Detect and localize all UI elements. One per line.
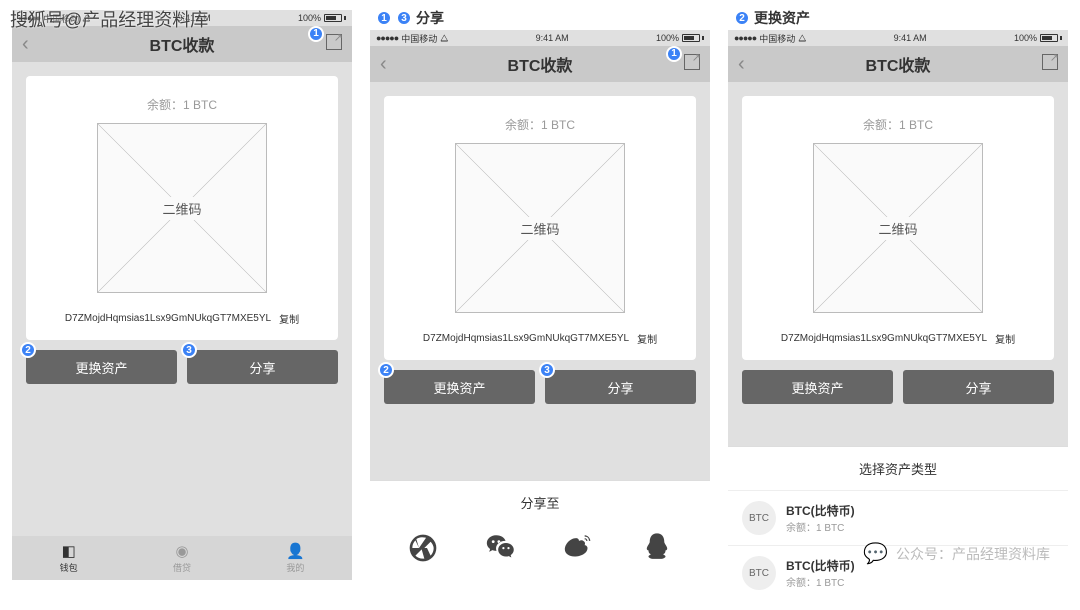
change-asset-button[interactable]: 2更换资产 (384, 370, 535, 404)
tab-mine[interactable]: 👤我的 (239, 536, 352, 580)
status-bar: ●●●●●中国移动⧋ 9:41 AM 100% (370, 30, 710, 46)
tab-wallet[interactable]: ◧钱包 (12, 536, 125, 580)
share-icon[interactable] (1042, 54, 1058, 75)
weibo-share-icon[interactable] (561, 530, 597, 566)
receive-card: 余额：1 BTC 二维码 D7ZMojdHqmsias1Lsx9GmNUkqGT… (26, 76, 338, 340)
copy-button[interactable]: 复制 (995, 331, 1015, 346)
screen-1: ●●●●●中国移动⧋ 9:41 AM 100% ‹ BTC收款 1 余额：1 B… (12, 10, 352, 580)
profile-icon: 👤 (286, 542, 304, 560)
change-asset-button[interactable]: 2更换资产 (26, 350, 177, 384)
annotation-badge-2: 2 (20, 342, 36, 358)
asset-name: BTC(比特币) (786, 557, 855, 574)
change-asset-button[interactable]: 更换资产 (742, 370, 893, 404)
receive-card: 余额：1 BTC 二维码 D7ZMojdHqmsias1Lsx9GmNUkqGT… (742, 96, 1054, 360)
qr-code-placeholder: 二维码 (455, 143, 625, 313)
tab-bar: ◧钱包 ◉借贷 👤我的 (12, 536, 352, 580)
wallet-address: D7ZMojdHqmsias1Lsx9GmNUkqGT7MXE5YL (781, 333, 987, 344)
screen-3: 2 更换资产 ●●●●●中国移动⧋ 9:41 AM 100% ‹ BTC收款 余… (728, 30, 1068, 600)
loan-icon: ◉ (173, 542, 191, 560)
asset-symbol-icon: BTC (742, 556, 776, 590)
share-sheet-title: 分享至 (370, 481, 710, 524)
wallet-address: D7ZMojdHqmsias1Lsx9GmNUkqGT7MXE5YL (423, 333, 629, 344)
share-icon[interactable]: 1 (684, 54, 700, 75)
page-title: BTC收款 (12, 32, 352, 56)
share-button[interactable]: 分享 (903, 370, 1054, 404)
balance-label: 余额：1 BTC (398, 116, 682, 133)
receive-card: 余额：1 BTC 二维码 D7ZMojdHqmsias1Lsx9GmNUkqGT… (384, 96, 696, 360)
share-button[interactable]: 3分享 (545, 370, 696, 404)
annotation-badge-3: 3 (181, 342, 197, 358)
battery-percent: 100% (298, 13, 321, 23)
share-button[interactable]: 3分享 (187, 350, 338, 384)
watermark-bottom: 💬 公众号：产品经理资料库 (863, 541, 1050, 566)
copy-button[interactable]: 复制 (279, 311, 299, 326)
aperture-share-icon[interactable] (405, 530, 441, 566)
share-sheet: 分享至 (370, 480, 710, 600)
page-title: BTC收款 (728, 52, 1068, 76)
asset-symbol-icon: BTC (742, 501, 776, 535)
nav-bar: ‹ BTC收款 (728, 46, 1068, 82)
wechat-icon: 💬 (863, 541, 888, 566)
share-icon[interactable]: 1 (326, 34, 342, 55)
asset-sheet: 选择资产类型 BTC BTC(比特币)余额：1 BTC BTC BTC(比特币)… (728, 446, 1068, 600)
copy-button[interactable]: 复制 (637, 331, 657, 346)
asset-balance: 余额：1 BTC (786, 519, 855, 534)
screen-2-label: 1 3 分享 (376, 8, 444, 28)
tab-loan[interactable]: ◉借贷 (125, 536, 238, 580)
asset-row[interactable]: BTC BTC(比特币)余额：1 BTC (728, 490, 1068, 545)
page-title: BTC收款 (370, 52, 710, 76)
asset-name: BTC(比特币) (786, 502, 855, 519)
nav-bar: ‹ BTC收款 1 (370, 46, 710, 82)
screen-3-label: 2 更换资产 (734, 8, 810, 28)
wallet-address: D7ZMojdHqmsias1Lsx9GmNUkqGT7MXE5YL (65, 313, 271, 324)
watermark-top: 搜狐号@产品经理资料库 (10, 6, 208, 32)
asset-balance: 余额：1 BTC (786, 574, 855, 589)
asset-sheet-title: 选择资产类型 (728, 447, 1068, 490)
screen-2: 1 3 分享 ●●●●●中国移动⧋ 9:41 AM 100% ‹ BTC收款 1… (370, 30, 710, 600)
balance-label: 余额：1 BTC (756, 116, 1040, 133)
annotation-badge-1: 1 (308, 26, 324, 42)
qq-share-icon[interactable] (639, 530, 675, 566)
wallet-icon: ◧ (60, 542, 78, 560)
qr-code-placeholder: 二维码 (97, 123, 267, 293)
wechat-share-icon[interactable] (483, 530, 519, 566)
balance-label: 余额：1 BTC (40, 96, 324, 113)
status-bar: ●●●●●中国移动⧋ 9:41 AM 100% (728, 30, 1068, 46)
battery-icon (324, 14, 346, 22)
qr-code-placeholder: 二维码 (813, 143, 983, 313)
